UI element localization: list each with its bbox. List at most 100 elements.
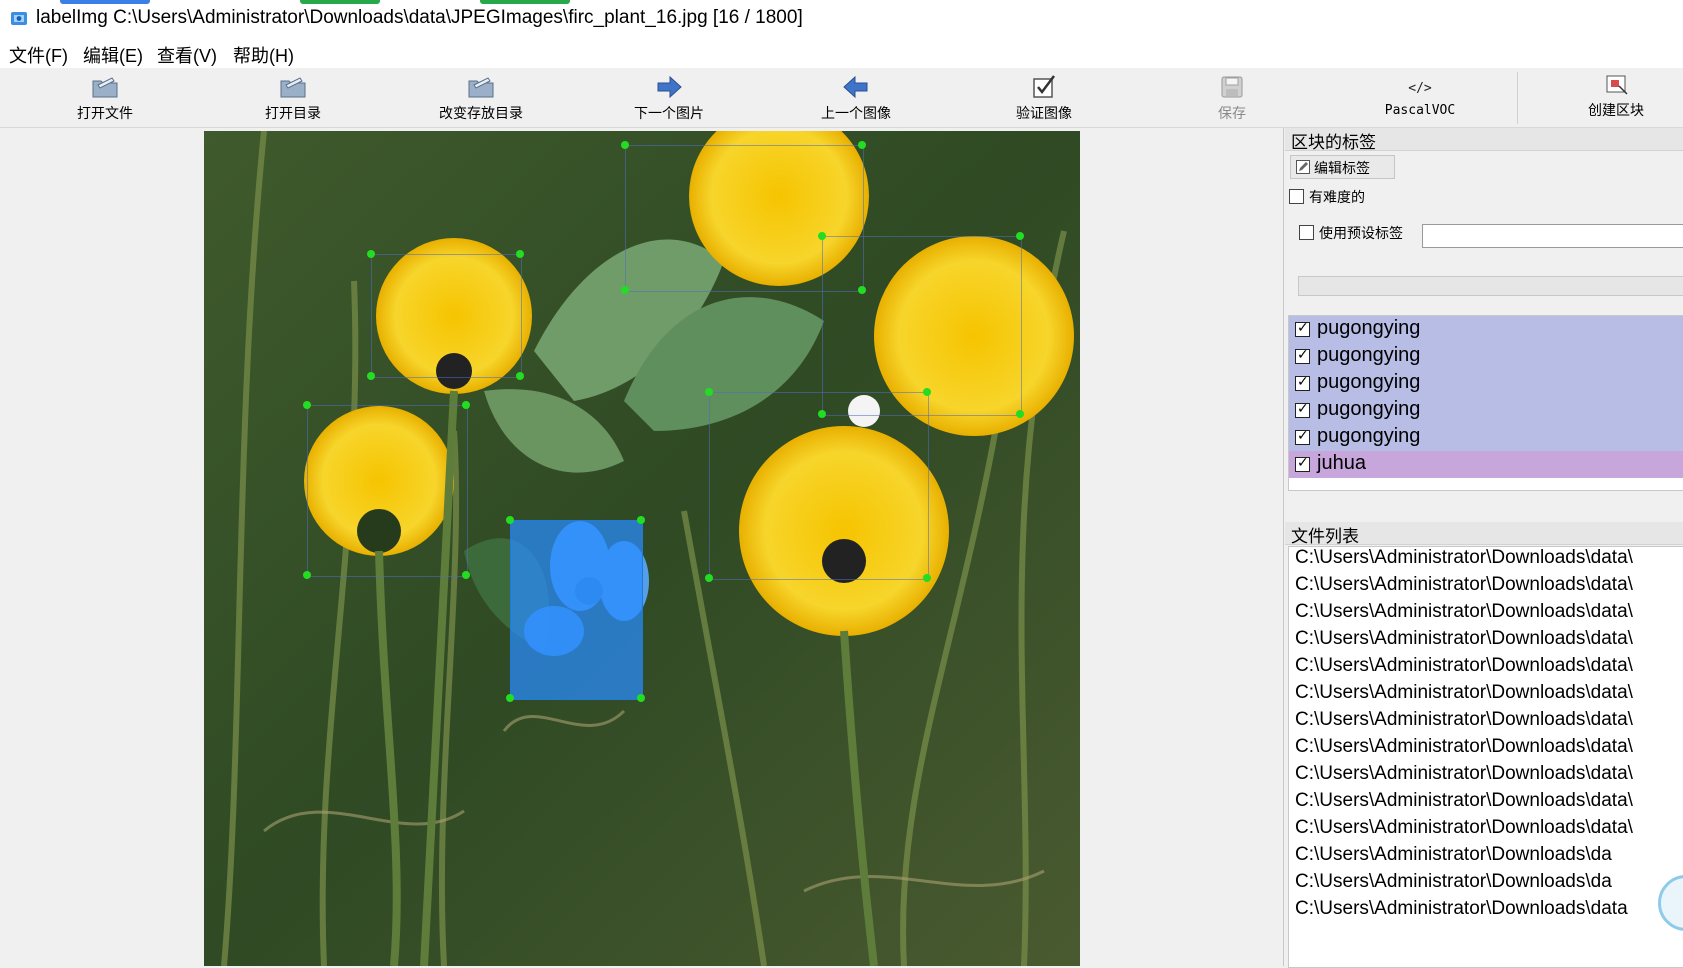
- create-box-label: 创建区块: [1588, 102, 1644, 118]
- label-checkbox[interactable]: [1295, 319, 1310, 337]
- bbox-handle[interactable]: [367, 372, 375, 380]
- use-default-label-checkbox[interactable]: [1299, 225, 1314, 240]
- label-checkbox[interactable]: [1295, 427, 1310, 445]
- menu-file[interactable]: 文件(F): [9, 42, 68, 68]
- file-list-item[interactable]: C:\Users\Administrator\Downloads\data\: [1295, 682, 1633, 704]
- bbox-pugongying[interactable]: [822, 236, 1022, 416]
- file-list-item[interactable]: C:\Users\Administrator\Downloads\data\: [1295, 655, 1633, 677]
- label-checkbox[interactable]: [1295, 454, 1310, 472]
- bbox-handle[interactable]: [858, 141, 866, 149]
- label-name: pugongying: [1317, 425, 1421, 447]
- label-list-item[interactable]: pugongying: [1289, 370, 1683, 397]
- menu-view[interactable]: 查看(V): [157, 42, 217, 68]
- bbox-handle[interactable]: [462, 571, 470, 579]
- format-label: PascalVOC: [1384, 103, 1456, 118]
- bbox-handle[interactable]: [818, 232, 826, 240]
- bbox-handle[interactable]: [705, 388, 713, 396]
- bbox-handle[interactable]: [506, 516, 514, 524]
- bbox-handle[interactable]: [506, 694, 514, 702]
- checkbox-check-icon: [1033, 75, 1055, 98]
- label-list-item-selected[interactable]: juhua: [1289, 451, 1683, 478]
- file-list-item[interactable]: C:\Users\Administrator\Downloads\data\: [1295, 736, 1633, 758]
- arrow-left-icon: [843, 75, 868, 99]
- change-save-dir-button[interactable]: 改变存放目录: [421, 68, 541, 127]
- format-button[interactable]: </> PascalVOC: [1370, 68, 1470, 127]
- file-list[interactable]: C:\Users\Administrator\Downloads\data\ C…: [1288, 546, 1683, 968]
- label-name: pugongying: [1317, 344, 1421, 366]
- file-list-item[interactable]: C:\Users\Administrator\Downloads\data\: [1295, 709, 1633, 731]
- file-list-item[interactable]: C:\Users\Administrator\Downloads\data: [1295, 898, 1628, 920]
- bbox-handle[interactable]: [923, 574, 931, 582]
- folder-icon: [280, 77, 306, 98]
- labels-panel-header[interactable]: 区块的标签: [1285, 128, 1683, 152]
- menu-help[interactable]: 帮助(H): [233, 42, 294, 68]
- code-tag-icon: </>: [1408, 81, 1432, 96]
- menu-edit[interactable]: 编辑(E): [83, 42, 143, 68]
- next-image-button[interactable]: 下一个图片: [619, 68, 719, 127]
- labelimg-app-icon: [11, 12, 27, 25]
- folder-icon: [92, 77, 118, 98]
- label-checkbox[interactable]: [1295, 400, 1310, 418]
- bbox-handle[interactable]: [621, 141, 629, 149]
- prev-image-button[interactable]: 上一个图像: [806, 68, 906, 127]
- label-checkbox[interactable]: [1295, 346, 1310, 364]
- bbox-handle[interactable]: [462, 401, 470, 409]
- bbox-handle[interactable]: [516, 372, 524, 380]
- difficult-checkbox[interactable]: [1289, 189, 1304, 204]
- file-list-item[interactable]: C:\Users\Administrator\Downloads\data\: [1295, 817, 1633, 839]
- label-list[interactable]: pugongying pugongying pugongying pugongy…: [1288, 315, 1683, 491]
- file-list-item[interactable]: C:\Users\Administrator\Downloads\da: [1295, 844, 1612, 866]
- file-list-item[interactable]: C:\Users\Administrator\Downloads\data\: [1295, 601, 1633, 623]
- toolbar: 打开文件 打开目录 改变存放目录 下一个图片 上一个图像 验证图像 保存 </>…: [0, 68, 1683, 128]
- create-box-button[interactable]: 创建区块: [1566, 68, 1666, 127]
- bbox-handle[interactable]: [516, 250, 524, 258]
- label-list-item[interactable]: pugongying: [1289, 343, 1683, 370]
- verify-image-button[interactable]: 验证图像: [994, 68, 1094, 127]
- label-list-item[interactable]: pugongying: [1289, 397, 1683, 424]
- bbox-handle[interactable]: [303, 401, 311, 409]
- file-list-item[interactable]: C:\Users\Administrator\Downloads\da: [1295, 871, 1612, 893]
- file-list-item[interactable]: C:\Users\Administrator\Downloads\data\: [1295, 790, 1633, 812]
- next-image-label: 下一个图片: [634, 105, 704, 121]
- labels-panel-title: 区块的标签: [1291, 133, 1376, 152]
- label-list-item[interactable]: pugongying: [1289, 316, 1683, 343]
- bbox-handle[interactable]: [367, 250, 375, 258]
- bbox-handle[interactable]: [303, 571, 311, 579]
- edit-pencil-icon: [1296, 160, 1310, 174]
- file-list-item[interactable]: C:\Users\Administrator\Downloads\data\: [1295, 628, 1633, 650]
- bbox-handle[interactable]: [637, 694, 645, 702]
- use-default-label-label: 使用预设标签: [1319, 225, 1403, 241]
- bbox-pugongying[interactable]: [709, 392, 929, 580]
- bbox-handle[interactable]: [705, 574, 713, 582]
- open-file-button[interactable]: 打开文件: [55, 68, 155, 127]
- bbox-handle[interactable]: [1016, 410, 1024, 418]
- label-name: juhua: [1317, 452, 1366, 474]
- open-file-label: 打开文件: [77, 105, 133, 121]
- annotation-canvas[interactable]: [0, 128, 1284, 966]
- label-checkbox[interactable]: [1295, 373, 1310, 391]
- bbox-pugongying[interactable]: [307, 405, 468, 577]
- create-rect-icon: [1606, 75, 1628, 95]
- file-list-item[interactable]: C:\Users\Administrator\Downloads\data\: [1295, 763, 1633, 785]
- bbox-handle[interactable]: [637, 516, 645, 524]
- bbox-pugongying[interactable]: [371, 254, 522, 378]
- difficult-label: 有难度的: [1309, 189, 1365, 205]
- bbox-juhua-selected[interactable]: [510, 520, 643, 700]
- open-dir-button[interactable]: 打开目录: [243, 68, 343, 127]
- file-list-item[interactable]: C:\Users\Administrator\Downloads\data\: [1295, 547, 1633, 569]
- edit-label-button[interactable]: 编辑标签: [1290, 155, 1395, 179]
- save-button[interactable]: 保存: [1182, 68, 1282, 127]
- label-list-item[interactable]: pugongying: [1289, 424, 1683, 451]
- file-list-item[interactable]: C:\Users\Administrator\Downloads\data\: [1295, 574, 1633, 596]
- bbox-handle[interactable]: [621, 286, 629, 294]
- default-label-input[interactable]: [1422, 224, 1683, 248]
- arrow-right-icon: [657, 75, 682, 99]
- file-list-title: 文件列表: [1291, 527, 1359, 546]
- bbox-handle[interactable]: [1016, 232, 1024, 240]
- title-bar: labelImg C:\Users\Administrator\Download…: [0, 0, 1683, 36]
- bbox-handle[interactable]: [923, 388, 931, 396]
- file-list-panel-header[interactable]: 文件列表: [1285, 522, 1683, 546]
- save-disk-icon: [1221, 76, 1243, 98]
- window-title: labelImg C:\Users\Administrator\Download…: [36, 7, 803, 28]
- plant-photo[interactable]: [204, 131, 1080, 966]
